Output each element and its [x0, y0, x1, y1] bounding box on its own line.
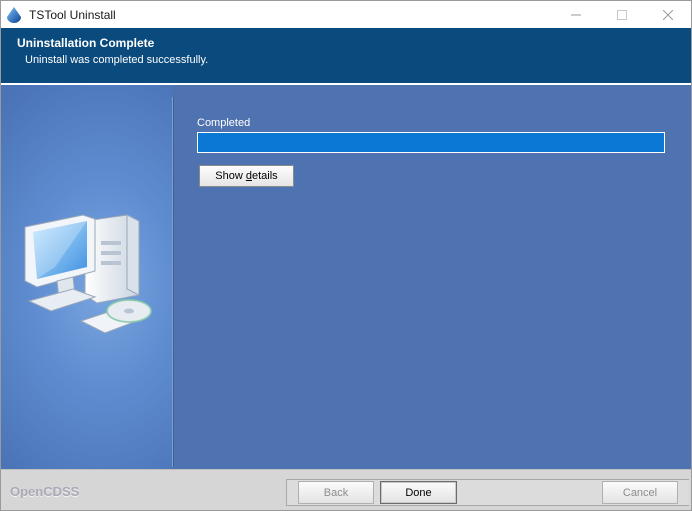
window-title: TSTool Uninstall	[29, 7, 116, 22]
side-panel	[1, 85, 172, 469]
details-label-prefix: Show	[215, 170, 246, 182]
uninstall-window: TSTool Uninstall Uninstallation Complete…	[0, 0, 692, 511]
app-icon	[5, 6, 23, 24]
status-label: Completed	[197, 117, 251, 129]
progress-fill	[198, 133, 664, 152]
back-button[interactable]: Back	[298, 481, 374, 504]
footer-bar: OpenCDSS Back Done Cancel	[1, 469, 691, 510]
minimize-icon[interactable]	[553, 1, 599, 28]
main-panel: Completed Show d etails	[1, 85, 691, 469]
computer-icon	[15, 207, 155, 350]
show-details-button[interactable]: Show d etails	[199, 165, 294, 187]
header-band: Uninstallation Complete Uninstall was co…	[1, 28, 691, 83]
close-icon[interactable]	[645, 1, 691, 28]
header-title: Uninstallation Complete	[17, 36, 155, 50]
progress-bar	[197, 132, 665, 153]
header-subtitle: Uninstall was completed successfully.	[25, 54, 209, 66]
details-label-suffix: etails	[252, 170, 278, 182]
cancel-button[interactable]: Cancel	[602, 481, 678, 504]
panel-divider-shadow	[173, 97, 174, 467]
done-button[interactable]: Done	[380, 481, 457, 504]
brand-label: OpenCDSS	[10, 484, 80, 499]
title-bar[interactable]: TSTool Uninstall	[1, 1, 691, 28]
maximize-icon[interactable]	[599, 1, 645, 28]
window-controls	[553, 1, 691, 28]
